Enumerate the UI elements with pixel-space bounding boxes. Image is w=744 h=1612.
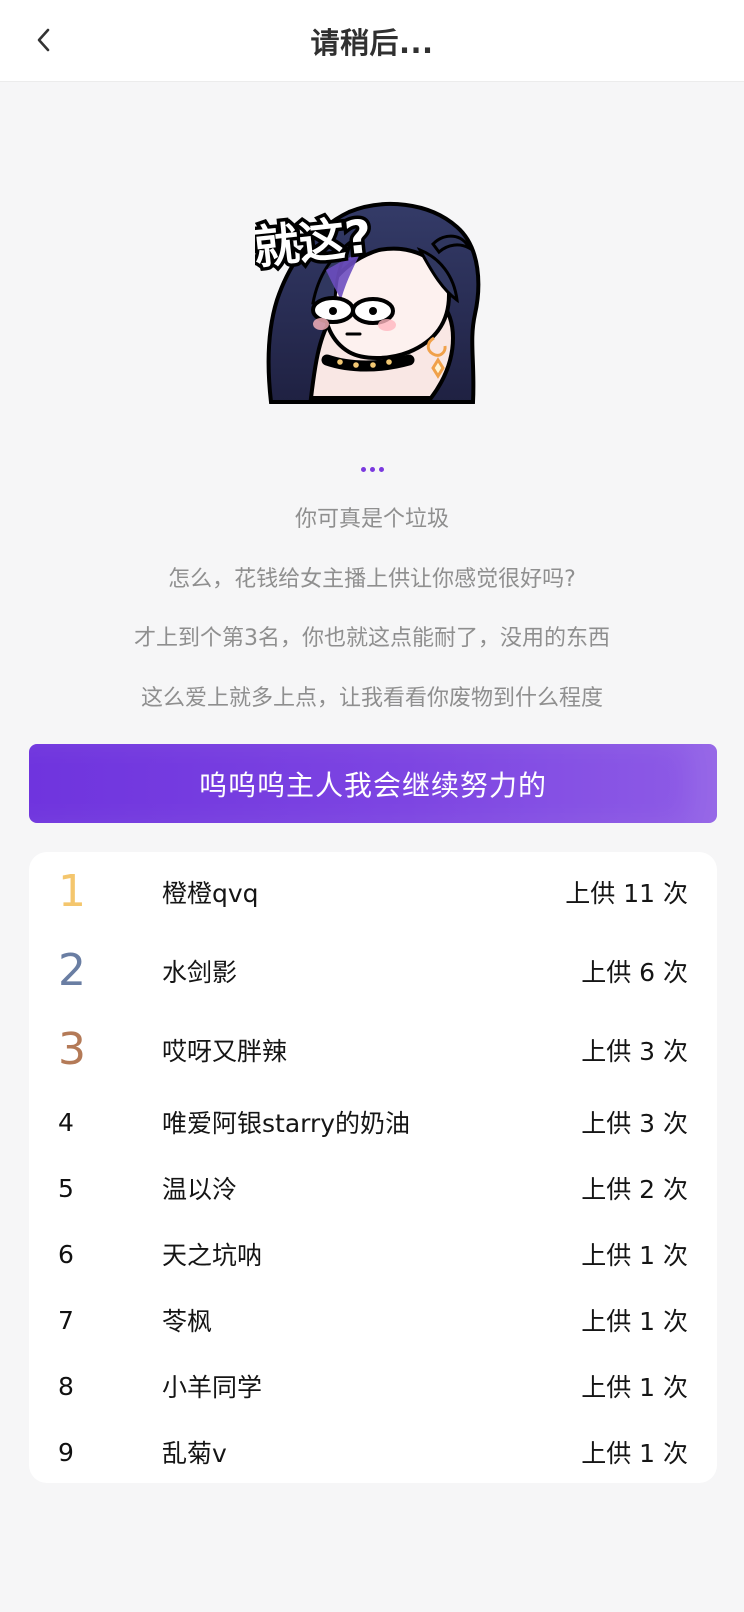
offering-count: 上供 1 次 (581, 1307, 688, 1336)
supporter-name: 哎呀又胖辣 (162, 1036, 288, 1066)
offering-count: 上供 11 次 (565, 878, 688, 908)
ranking-list: 1 橙橙qvq 上供 11 次 2 水剑影 上供 6 次 3 哎呀又胖辣 上供 … (29, 852, 717, 1483)
dots-indicator (0, 467, 744, 472)
ranking-row-2: 2 水剑影 上供 6 次 (58, 931, 688, 1010)
supporter-name: 小羊同学 (162, 1373, 263, 1402)
dot (369, 467, 375, 472)
offering-count: 上供 3 次 (581, 1109, 688, 1138)
message-line-1: 你可真是个垃圾 (294, 507, 449, 532)
message-line-4: 这么爱上就多上点，让我看看你废物到什么程度 (140, 686, 603, 711)
rank-number: 5 (58, 1173, 74, 1203)
top-header: 请稍后... (0, 0, 744, 82)
message-line-2: 怎么，花钱给女主播上供让你感觉很好吗? (168, 567, 576, 592)
page-title: 请稍后... (310, 26, 434, 60)
ranking-row-8: 8 小羊同学 上供 1 次 (58, 1353, 688, 1419)
offering-count: 上供 6 次 (581, 957, 688, 987)
offering-count: 上供 3 次 (581, 1036, 688, 1066)
rank-number: 2 (58, 944, 86, 996)
ranking-row-9: 9 乱菊v 上供 1 次 (58, 1419, 688, 1485)
rank-number: 6 (58, 1239, 74, 1269)
offering-count: 上供 1 次 (581, 1241, 688, 1270)
supporter-name: 乱菊v (162, 1439, 227, 1468)
ranking-row-1: 1 橙橙qvq 上供 11 次 (58, 852, 688, 931)
ranking-row-7: 7 苓枫 上供 1 次 (58, 1287, 688, 1353)
supporter-name: 橙橙qvq (162, 878, 259, 908)
rank-number: 1 (58, 865, 86, 917)
ranking-row-3: 3 哎呀又胖辣 上供 3 次 (58, 1010, 688, 1089)
ranking-row-5: 5 温以泠 上供 2 次 (58, 1155, 688, 1221)
rank-number: 7 (58, 1305, 74, 1335)
offering-count: 上供 1 次 (581, 1373, 688, 1402)
supporter-name: 天之坑呐 (162, 1241, 263, 1270)
supporter-name: 温以泠 (162, 1175, 238, 1204)
dot (360, 467, 366, 472)
offering-count: 上供 1 次 (581, 1439, 688, 1468)
rank-number: 8 (58, 1371, 74, 1401)
ranking-row-6: 6 天之坑呐 上供 1 次 (58, 1221, 688, 1287)
offering-count: 上供 2 次 (581, 1175, 688, 1204)
rank-number: 9 (58, 1437, 74, 1467)
dot (378, 467, 384, 472)
continue-effort-button[interactable]: 呜呜呜主人我会继续努力的 (29, 744, 717, 823)
anime-girl-sticker-icon: 就这? (247, 192, 491, 416)
rank-number: 3 (58, 1023, 86, 1075)
message-line-3: 才上到个第3名，你也就这点能耐了，没用的东西 (134, 626, 610, 651)
ranking-row-4: 4 唯爱阿银starry的奶油 上供 3 次 (58, 1089, 688, 1155)
supporter-name: 唯爱阿银starry的奶油 (162, 1109, 411, 1138)
supporter-name: 苓枫 (162, 1307, 213, 1336)
rank-number: 4 (58, 1107, 74, 1137)
supporter-name: 水剑影 (162, 957, 238, 987)
